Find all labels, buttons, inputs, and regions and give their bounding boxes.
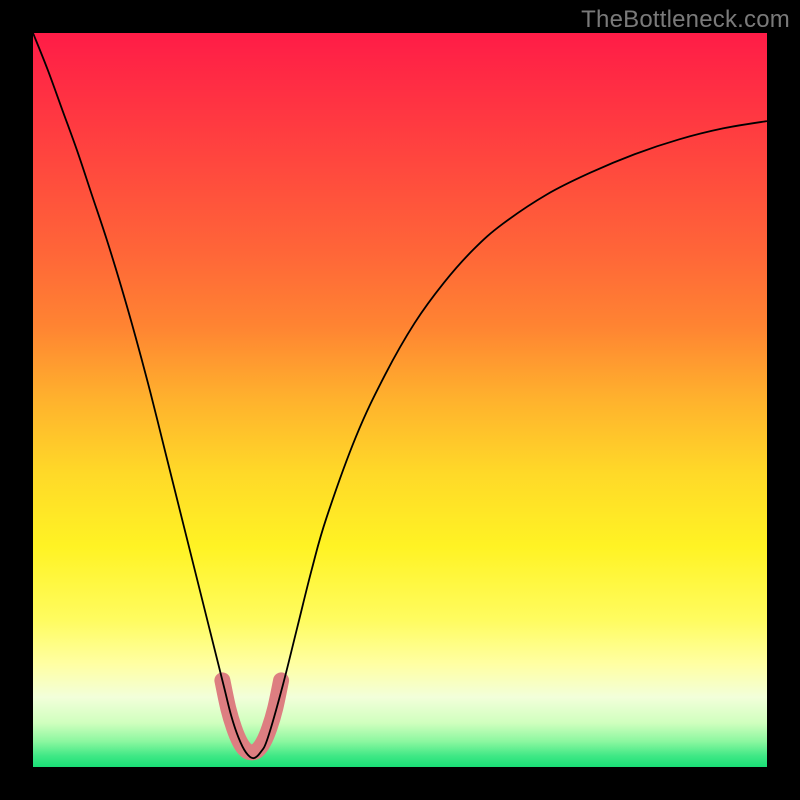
plot-background <box>33 33 767 767</box>
chart-frame: TheBottleneck.com <box>0 0 800 800</box>
watermark-label: TheBottleneck.com <box>581 6 790 34</box>
bottleneck-chart <box>0 0 800 800</box>
